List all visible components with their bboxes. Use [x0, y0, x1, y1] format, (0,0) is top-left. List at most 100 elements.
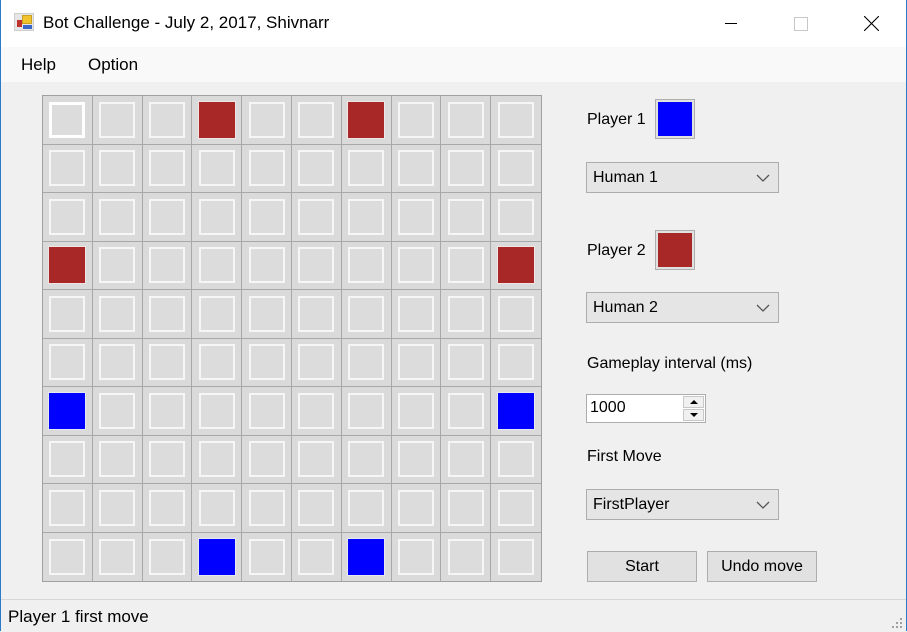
board-cell-1-4[interactable]: [242, 144, 292, 193]
board-cell-4-8[interactable]: [441, 290, 492, 339]
board-cell-6-7[interactable]: [391, 387, 442, 436]
board-cell-9-3[interactable]: [192, 532, 243, 581]
board-cell-2-7[interactable]: [391, 193, 442, 242]
player1-color-button[interactable]: [655, 99, 695, 139]
board-cell-1-8[interactable]: [441, 144, 492, 193]
board-cell-1-6[interactable]: [341, 144, 392, 193]
spin-up-button[interactable]: [683, 396, 704, 408]
board-cell-6-8[interactable]: [441, 387, 492, 436]
board-cell-6-3[interactable]: [192, 387, 243, 436]
board-cell-7-1[interactable]: [92, 435, 143, 484]
board-cell-9-7[interactable]: [391, 532, 442, 581]
board-cell-0-3[interactable]: [192, 96, 243, 145]
board-cell-1-5[interactable]: [291, 144, 342, 193]
board-cell-2-0[interactable]: [43, 193, 93, 242]
board-cell-7-8[interactable]: [441, 435, 492, 484]
board-cell-2-6[interactable]: [341, 193, 392, 242]
board-cell-3-1[interactable]: [92, 241, 143, 290]
board-cell-2-5[interactable]: [291, 193, 342, 242]
board-cell-9-9[interactable]: [491, 532, 541, 581]
board-cell-8-8[interactable]: [441, 484, 492, 533]
board-cell-1-0[interactable]: [43, 144, 93, 193]
board-cell-7-5[interactable]: [291, 435, 342, 484]
board-cell-1-2[interactable]: [142, 144, 193, 193]
board-cell-4-6[interactable]: [341, 290, 392, 339]
board-cell-9-2[interactable]: [142, 532, 193, 581]
board-cell-5-0[interactable]: [43, 338, 93, 387]
minimize-button[interactable]: [701, 0, 761, 47]
maximize-button[interactable]: [771, 0, 831, 47]
board-cell-7-2[interactable]: [142, 435, 193, 484]
board-cell-0-1[interactable]: [92, 96, 143, 145]
board-cell-6-6[interactable]: [341, 387, 392, 436]
player2-color-button[interactable]: [655, 230, 695, 270]
menu-option[interactable]: Option: [88, 55, 138, 75]
board-cell-7-3[interactable]: [192, 435, 243, 484]
board-cell-0-8[interactable]: [441, 96, 492, 145]
board-cell-4-2[interactable]: [142, 290, 193, 339]
board-cell-2-3[interactable]: [192, 193, 243, 242]
board-cell-4-4[interactable]: [242, 290, 292, 339]
board-cell-5-1[interactable]: [92, 338, 143, 387]
board-cell-4-1[interactable]: [92, 290, 143, 339]
board-cell-0-5[interactable]: [291, 96, 342, 145]
board-cell-3-3[interactable]: [192, 241, 243, 290]
board-cell-6-0[interactable]: [43, 387, 93, 436]
board-cell-3-0[interactable]: [43, 241, 93, 290]
board-cell-6-4[interactable]: [242, 387, 292, 436]
board-cell-8-9[interactable]: [491, 484, 541, 533]
board-cell-6-2[interactable]: [142, 387, 193, 436]
board-cell-8-6[interactable]: [341, 484, 392, 533]
board-cell-2-4[interactable]: [242, 193, 292, 242]
board-cell-9-8[interactable]: [441, 532, 492, 581]
board-cell-4-5[interactable]: [291, 290, 342, 339]
board-cell-5-7[interactable]: [391, 338, 442, 387]
start-button[interactable]: Start: [587, 551, 697, 582]
board-cell-5-4[interactable]: [242, 338, 292, 387]
board-cell-1-1[interactable]: [92, 144, 143, 193]
resize-grip-icon[interactable]: [890, 616, 902, 628]
board-cell-0-0[interactable]: [43, 96, 93, 145]
board-cell-8-1[interactable]: [92, 484, 143, 533]
board-cell-8-5[interactable]: [291, 484, 342, 533]
board-cell-8-0[interactable]: [43, 484, 93, 533]
player1-type-select[interactable]: Human 1: [586, 162, 779, 193]
board-cell-9-6[interactable]: [341, 532, 392, 581]
board-cell-0-2[interactable]: [142, 96, 193, 145]
board-cell-0-4[interactable]: [242, 96, 292, 145]
board-cell-2-8[interactable]: [441, 193, 492, 242]
close-button[interactable]: [841, 0, 901, 47]
board-cell-2-1[interactable]: [92, 193, 143, 242]
interval-input[interactable]: 1000: [586, 394, 706, 423]
board-cell-5-6[interactable]: [341, 338, 392, 387]
first-move-select[interactable]: FirstPlayer: [586, 489, 779, 520]
board-cell-7-7[interactable]: [391, 435, 442, 484]
board-cell-6-9[interactable]: [491, 387, 541, 436]
player2-type-select[interactable]: Human 2: [586, 292, 779, 323]
board-cell-7-9[interactable]: [491, 435, 541, 484]
board-cell-4-9[interactable]: [491, 290, 541, 339]
board-cell-0-6[interactable]: [341, 96, 392, 145]
board-cell-3-7[interactable]: [391, 241, 442, 290]
board-cell-6-1[interactable]: [92, 387, 143, 436]
board-cell-3-9[interactable]: [491, 241, 541, 290]
board-cell-8-7[interactable]: [391, 484, 442, 533]
board-cell-5-5[interactable]: [291, 338, 342, 387]
board-cell-3-6[interactable]: [341, 241, 392, 290]
board-cell-5-3[interactable]: [192, 338, 243, 387]
board-cell-0-9[interactable]: [491, 96, 541, 145]
board-cell-1-7[interactable]: [391, 144, 442, 193]
undo-move-button[interactable]: Undo move: [707, 551, 817, 582]
menu-help[interactable]: Help: [21, 55, 56, 75]
board-cell-5-9[interactable]: [491, 338, 541, 387]
board-cell-2-9[interactable]: [491, 193, 541, 242]
board-cell-3-5[interactable]: [291, 241, 342, 290]
board-cell-8-4[interactable]: [242, 484, 292, 533]
board-cell-7-6[interactable]: [341, 435, 392, 484]
board-cell-5-2[interactable]: [142, 338, 193, 387]
board-cell-3-2[interactable]: [142, 241, 193, 290]
board-cell-7-4[interactable]: [242, 435, 292, 484]
board-cell-2-2[interactable]: [142, 193, 193, 242]
board-cell-1-3[interactable]: [192, 144, 243, 193]
board-cell-8-2[interactable]: [142, 484, 193, 533]
